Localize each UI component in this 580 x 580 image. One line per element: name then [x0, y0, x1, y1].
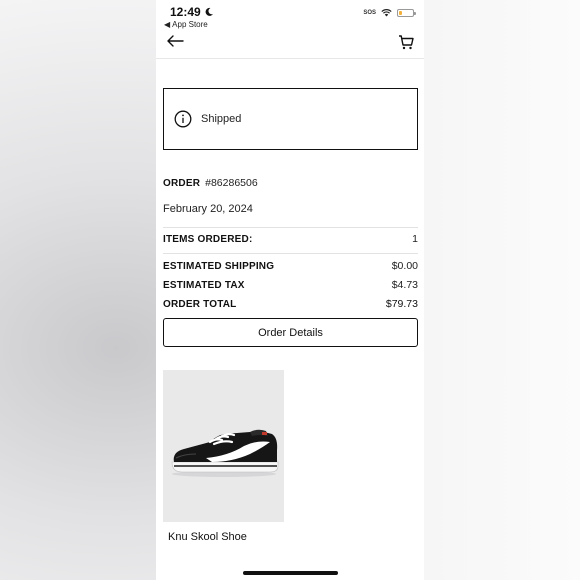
status-icons: SOS	[363, 9, 416, 17]
home-indicator[interactable]	[243, 571, 338, 575]
order-date: February 20, 2024	[163, 203, 253, 215]
time-text: 12:49	[170, 5, 201, 19]
tax-label: ESTIMATED TAX	[163, 279, 245, 291]
battery-icon	[397, 9, 416, 17]
sos-indicator: SOS	[363, 10, 376, 16]
phone-screen: 12:49 ◀ App Store SOS Shipped ORDER #862…	[156, 0, 424, 580]
items-ordered-value: 1	[412, 233, 418, 245]
nav-divider	[156, 58, 424, 59]
status-time: 12:49	[170, 5, 214, 19]
tax-value: $4.73	[391, 279, 418, 291]
shipping-status-card: Shipped	[163, 88, 418, 150]
order-number-line: ORDER #86286506	[163, 177, 258, 189]
wifi-icon	[381, 9, 392, 17]
shoe-image	[171, 429, 279, 477]
order-details-button[interactable]: Order Details	[163, 318, 418, 347]
total-row: ORDER TOTAL $79.73	[163, 298, 418, 310]
order-number: #86286506	[205, 177, 258, 189]
back-to-app-store[interactable]: ◀ App Store	[164, 20, 208, 29]
product-name[interactable]: Knu Skool Shoe	[168, 531, 247, 543]
total-value: $79.73	[385, 298, 418, 310]
arrow-left-icon[interactable]	[166, 34, 184, 48]
shipping-value: $0.00	[391, 260, 418, 272]
order-label: ORDER	[163, 178, 201, 189]
shipping-label: ESTIMATED SHIPPING	[163, 260, 275, 272]
cart-icon[interactable]	[398, 34, 414, 50]
shipping-row: ESTIMATED SHIPPING $0.00	[163, 260, 418, 272]
info-icon	[174, 110, 192, 128]
divider	[163, 227, 418, 228]
total-label: ORDER TOTAL	[163, 298, 237, 310]
shipping-status-text: Shipped	[201, 113, 242, 125]
items-ordered-row: ITEMS ORDERED: 1	[163, 233, 418, 245]
product-image-card[interactable]	[163, 370, 284, 522]
back-triangle-icon: ◀	[164, 20, 171, 29]
back-app-label: App Store	[172, 20, 208, 29]
battery-level	[399, 11, 402, 15]
tax-row: ESTIMATED TAX $4.73	[163, 279, 418, 291]
moon-icon	[205, 7, 213, 16]
items-ordered-label: ITEMS ORDERED:	[163, 233, 253, 245]
divider	[163, 253, 418, 254]
background-right	[424, 0, 580, 580]
